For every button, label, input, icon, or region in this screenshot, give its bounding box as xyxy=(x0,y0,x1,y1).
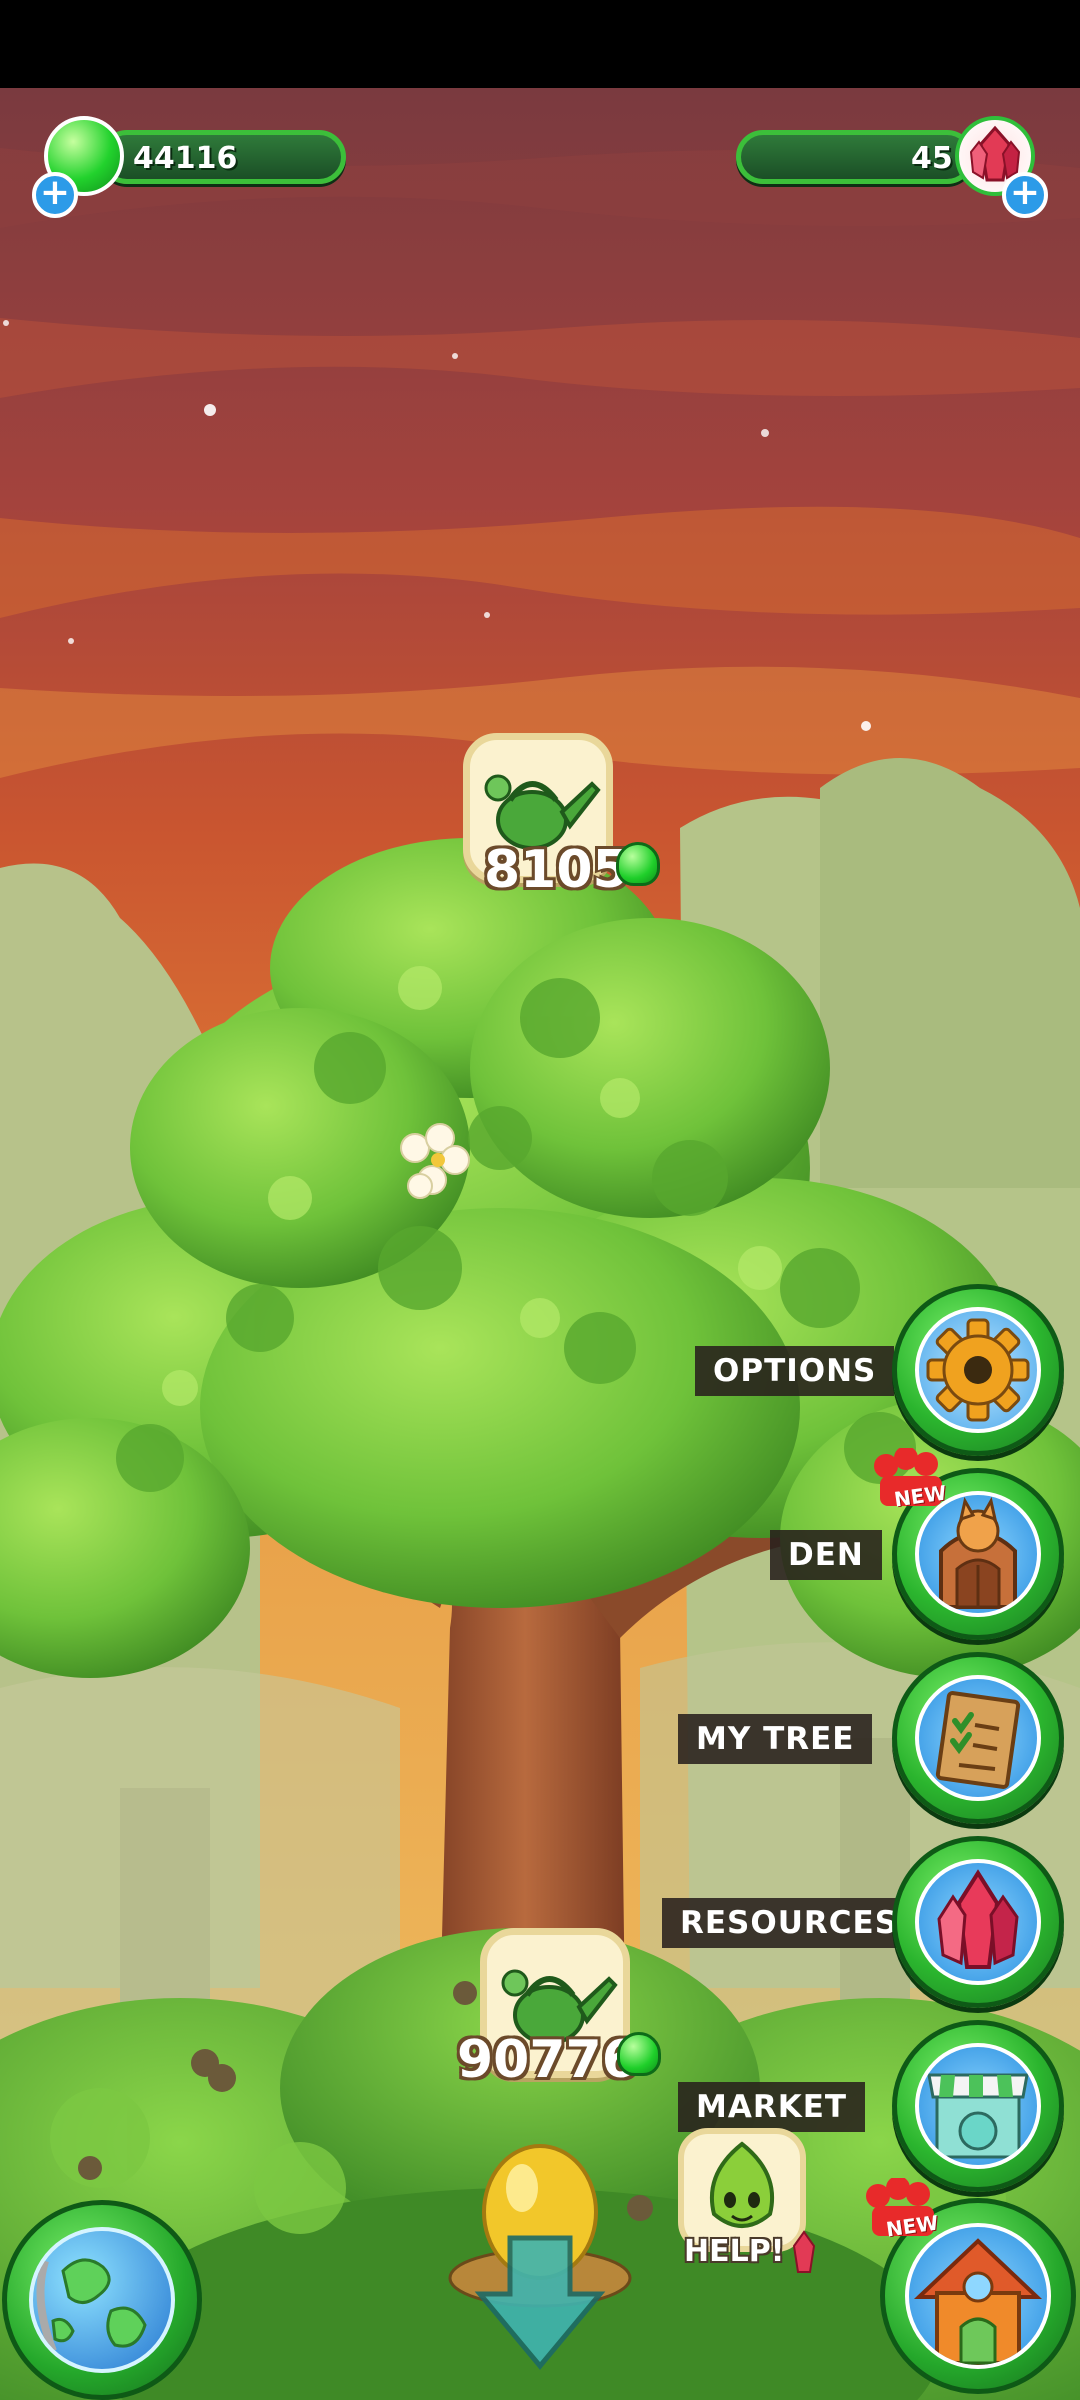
gem-icon xyxy=(792,2230,816,2273)
home-new-badge: NEW xyxy=(858,2178,944,2248)
globe-icon xyxy=(36,2258,147,2353)
plus-icon: + xyxy=(1009,172,1041,213)
market-label[interactable]: MARKET xyxy=(678,2082,866,2132)
jelly-counter-bar: 44116 xyxy=(100,130,346,184)
mytree-inner xyxy=(915,1675,1041,1801)
gem-count: 45 xyxy=(911,141,953,176)
den-label[interactable]: DEN xyxy=(770,1530,882,1580)
resources-button[interactable] xyxy=(892,1836,1064,2008)
market-button[interactable] xyxy=(892,2020,1064,2192)
top-water-cost: 8105 xyxy=(484,840,629,900)
resources-label[interactable]: RESOURCES xyxy=(662,1898,917,1948)
mytree-label[interactable]: MY TREE xyxy=(678,1714,873,1764)
gem-counter-bar: 45 xyxy=(736,130,974,184)
add-gems-button[interactable]: + xyxy=(1002,172,1048,218)
add-jelly-button[interactable]: + xyxy=(32,172,78,218)
jelly-icon xyxy=(617,2032,661,2076)
gear-icon xyxy=(926,1318,1030,1422)
down-arrow-button[interactable] xyxy=(470,2228,610,2378)
market-icon xyxy=(927,2073,1029,2159)
plus-icon: + xyxy=(39,172,71,213)
checklist-icon xyxy=(935,1691,1021,1789)
game-scene: 44116 + 45 + 8105 90776 OPTIONS DEN NEW … xyxy=(0,88,1080,2400)
mytree-button[interactable] xyxy=(892,1652,1064,1824)
den-new-badge: NEW xyxy=(866,1448,952,1518)
options-button[interactable] xyxy=(892,1284,1064,1456)
status-bar xyxy=(0,0,1080,88)
world-map-button[interactable] xyxy=(2,2200,202,2400)
market-inner xyxy=(915,2043,1041,2169)
jelly-count: 44116 xyxy=(133,141,238,176)
bottom-water-cost: 90776 xyxy=(457,2030,638,2090)
help-label: HELP! xyxy=(684,2234,785,2269)
down-arrow-icon xyxy=(474,2235,606,2370)
crystal-icon xyxy=(937,1869,1019,1969)
jelly-icon xyxy=(616,842,660,886)
globe-inner xyxy=(29,2227,175,2373)
options-label[interactable]: OPTIONS xyxy=(695,1346,895,1396)
resources-inner xyxy=(915,1859,1041,1985)
options-inner xyxy=(915,1307,1041,1433)
